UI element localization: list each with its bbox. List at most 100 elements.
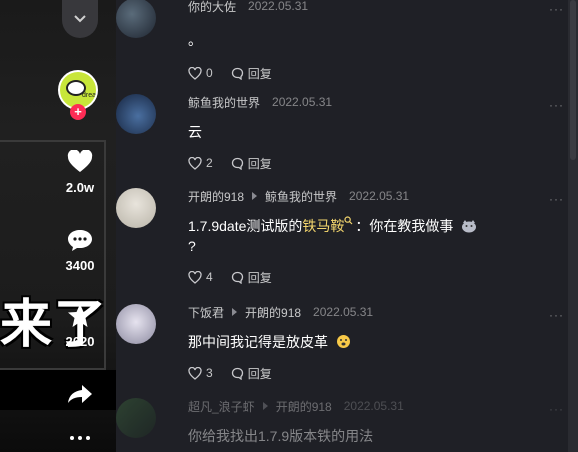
comment-username[interactable]: 你的大佐	[188, 0, 236, 15]
comment-date: 2022.05.31	[313, 305, 374, 319]
comment-header: 下饭君 开朗的918 2022.05.31	[188, 304, 558, 320]
comment-username[interactable]: 超凡_浪子虾	[188, 398, 255, 415]
comment-like-button[interactable]: 4	[188, 270, 213, 284]
app-root: 来了 dream + 2.0w	[0, 0, 578, 452]
emoji-icon	[336, 335, 350, 348]
comment-item: 开朗的918 鲸鱼我的世界 2022.05.31 ··· 1.7.9date测试…	[116, 188, 563, 286]
comment-text-content: 你给我找出1.7.9版本铁的用法	[188, 428, 374, 444]
comment-like-button[interactable]: 0	[188, 66, 213, 80]
comment-text: 云	[188, 122, 558, 142]
comment-header: 超凡_浪子虾 开朗的918 2022.05.31	[188, 398, 558, 414]
comment-actions: 0 回复	[188, 65, 558, 82]
comment-like-count: 0	[206, 66, 213, 80]
comment-reply-label: 回复	[247, 366, 272, 381]
comment-item: 下饭君 开朗的918 2022.05.31 ··· 那中间我记得是放皮革 3 回…	[116, 304, 563, 382]
comment-more-button[interactable]: ···	[549, 308, 564, 322]
star-icon	[68, 304, 92, 327]
comment-reply-button[interactable]: 回复	[231, 269, 272, 286]
comment-date: 2022.05.31	[248, 0, 309, 13]
comment-more-button[interactable]: ···	[549, 402, 564, 416]
heart-outline-icon	[188, 156, 202, 170]
reply-arrow-icon	[262, 402, 268, 410]
follow-button[interactable]: +	[70, 104, 86, 120]
more-button[interactable]	[58, 428, 102, 446]
reply-bubble-icon	[231, 67, 243, 80]
comment-more-button[interactable]: ···	[549, 2, 564, 16]
comment-header: 鲸鱼我的世界 2022.05.31	[188, 94, 558, 110]
comment-item: 你的大佐 2022.05.31 ··· 。 0 回复	[116, 0, 563, 82]
comment-like-count: 2	[206, 156, 213, 170]
comment-header: 开朗的918 鲸鱼我的世界 2022.05.31	[188, 188, 558, 204]
comment-button[interactable]: 3400	[58, 226, 102, 273]
comment-text-content: 。	[188, 32, 202, 48]
comment-actions: 4 回复	[188, 269, 558, 286]
reply-bubble-icon	[231, 367, 243, 380]
comment-text-after: ：你在教我做事	[355, 218, 454, 234]
comment-reply-to[interactable]: 开朗的918	[245, 304, 301, 321]
comment-text-content: 云	[188, 124, 202, 140]
comment-text: 1.7.9date测试版的铁马鞍 ：你在教我做事 ?	[188, 216, 558, 256]
comment-reply-button[interactable]: 回复	[231, 365, 272, 382]
comment-text: 那中间我记得是放皮革	[188, 332, 558, 352]
comment-icon	[68, 230, 92, 251]
comment-reply-to[interactable]: 鲸鱼我的世界	[265, 188, 337, 205]
user-avatar[interactable]	[116, 0, 156, 38]
reply-bubble-icon	[231, 157, 243, 170]
user-avatar[interactable]	[116, 398, 156, 438]
comment-username[interactable]: 开朗的918	[188, 188, 244, 205]
comments-scrollbar[interactable]	[568, 0, 578, 452]
comment-count: 3400	[65, 258, 95, 273]
comment-like-button[interactable]: 2	[188, 156, 213, 170]
comment-like-count: 3	[206, 366, 213, 380]
creator-avatar-text: dream	[82, 92, 97, 99]
comment-item: 超凡_浪子虾 开朗的918 2022.05.31 ··· 你给我找出1.7.9版…	[116, 398, 563, 446]
reply-arrow-icon	[232, 308, 238, 316]
video-player[interactable]: 来了 dream + 2.0w	[0, 0, 116, 452]
heart-outline-icon	[188, 366, 202, 380]
comment-text: 你给我找出1.7.9版本铁的用法	[188, 426, 558, 446]
heart-outline-icon	[188, 66, 202, 80]
comment-reply-button[interactable]: 回复	[231, 155, 272, 172]
comment-like-count: 4	[206, 270, 213, 284]
comment-reply-label: 回复	[247, 156, 272, 171]
comment-like-button[interactable]: 3	[188, 366, 213, 380]
share-button[interactable]	[58, 380, 102, 408]
comment-date: 2022.05.31	[343, 399, 404, 413]
comment-actions: 3 回复	[188, 365, 558, 382]
comment-reply-label: 回复	[247, 66, 272, 81]
comment-more-button[interactable]: ···	[549, 192, 564, 206]
comment-header: 你的大佐 2022.05.31	[188, 0, 558, 14]
share-icon	[68, 385, 92, 403]
more-icon	[70, 436, 90, 440]
comment-text-content: 那中间我记得是放皮革	[188, 334, 328, 350]
comments-panel[interactable]: 你的大佐 2022.05.31 ··· 。 0 回复 鲸鱼我的世界 2022.0…	[116, 0, 578, 452]
scrollbar-thumb[interactable]	[570, 0, 576, 160]
heart-icon	[67, 150, 93, 172]
comment-date: 2022.05.31	[349, 189, 410, 203]
comment-text: 。	[188, 30, 558, 50]
comment-reply-label: 回复	[247, 270, 272, 285]
user-avatar[interactable]	[116, 188, 156, 228]
collapse-button[interactable]	[62, 0, 98, 38]
like-count: 2.0w	[65, 180, 95, 195]
comment-text-line2: ?	[188, 238, 196, 254]
search-icon	[344, 216, 353, 225]
comment-text-content: 1.7.9date测试版的	[188, 218, 303, 234]
comment-username[interactable]: 下饭君	[188, 304, 224, 321]
search-keyword-link[interactable]: 铁马鞍	[302, 218, 344, 234]
reply-arrow-icon	[252, 192, 258, 200]
comment-reply-to[interactable]: 开朗的918	[276, 398, 332, 415]
comment-date: 2022.05.31	[272, 95, 333, 109]
user-avatar[interactable]	[116, 94, 156, 134]
reply-bubble-icon	[231, 271, 243, 284]
comment-reply-button[interactable]: 回复	[231, 65, 272, 82]
like-button[interactable]: 2.0w	[58, 148, 102, 195]
comment-actions: 2 回复	[188, 155, 558, 172]
comment-username[interactable]: 鲸鱼我的世界	[188, 94, 260, 111]
favorite-count: 2620	[65, 334, 95, 349]
user-avatar[interactable]	[116, 304, 156, 344]
favorite-button[interactable]: 2620	[58, 302, 102, 349]
comment-item: 鲸鱼我的世界 2022.05.31 ··· 云 2 回复	[116, 94, 563, 172]
comment-more-button[interactable]: ···	[549, 98, 564, 112]
chevron-down-icon	[74, 15, 86, 23]
